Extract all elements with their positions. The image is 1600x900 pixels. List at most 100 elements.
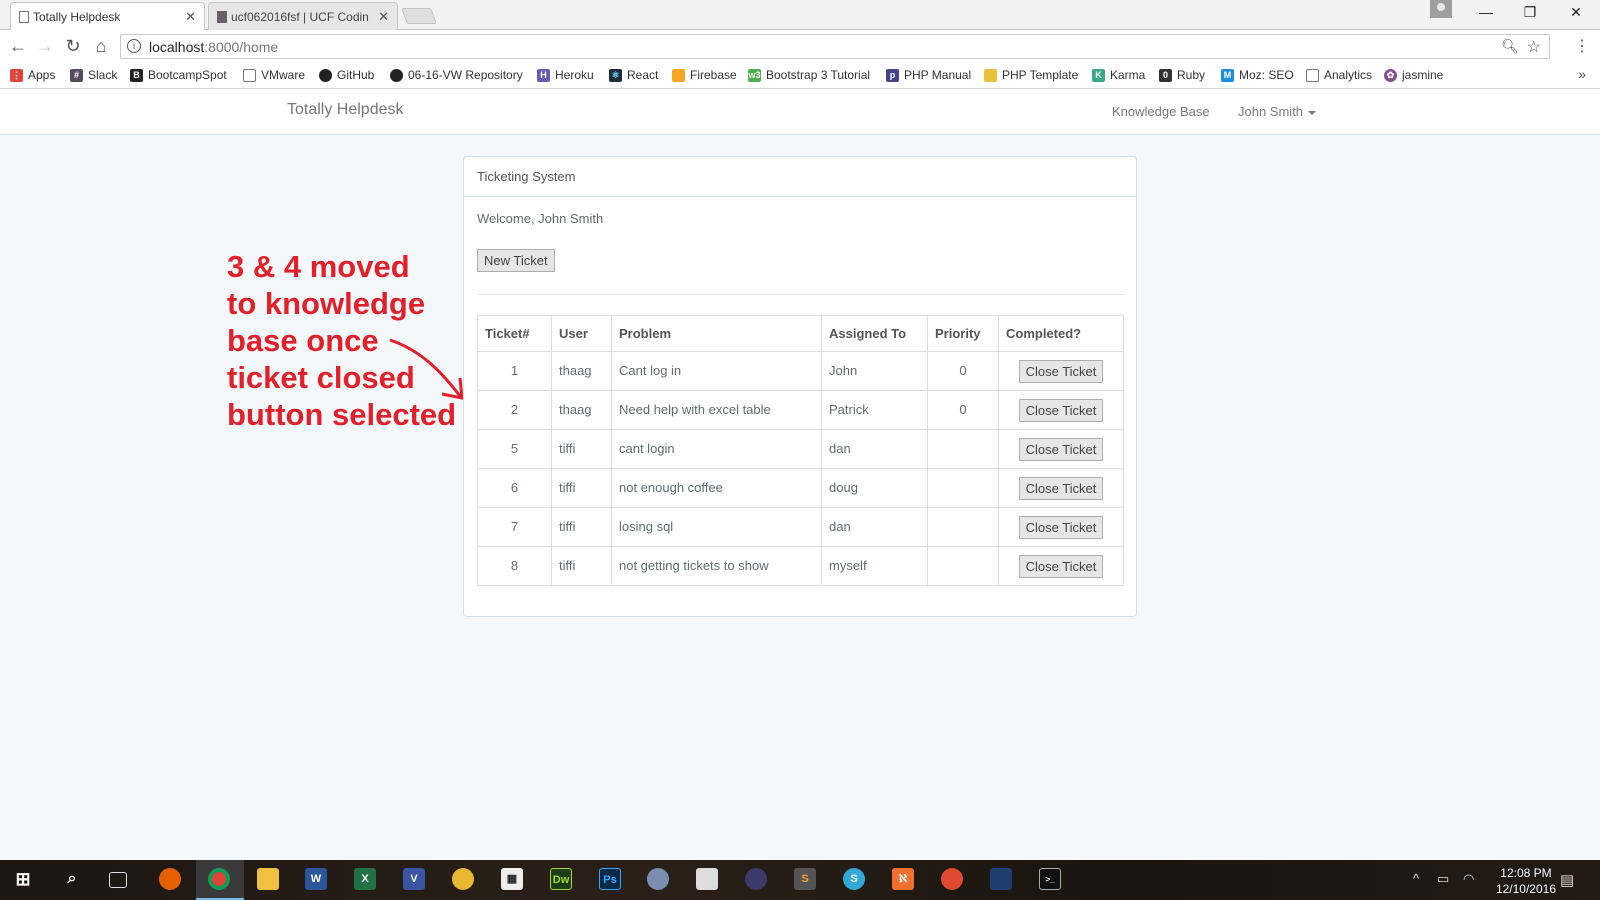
- app-icon[interactable]: [452, 868, 474, 890]
- battery-icon[interactable]: ▭: [1437, 871, 1449, 887]
- wifi-icon[interactable]: ◠: [1463, 871, 1474, 887]
- apps-grid-icon: ⋮: [10, 68, 23, 82]
- bookmark-php-manual[interactable]: p PHP Manual: [886, 68, 971, 82]
- close-ticket-button[interactable]: Close Ticket: [1018, 437, 1104, 461]
- filezilla-icon[interactable]: [941, 868, 963, 890]
- ticket-assigned-to: doug: [821, 468, 928, 508]
- user-dropdown[interactable]: John Smith: [1238, 104, 1317, 119]
- visio-icon[interactable]: V: [403, 868, 425, 890]
- browser-menu-icon[interactable]: ⋮: [1574, 36, 1590, 56]
- bookmark-karma[interactable]: K Karma: [1092, 68, 1145, 82]
- notifications-icon[interactable]: ▤: [1560, 871, 1574, 889]
- bookmark-bootstrap-3-tutorial[interactable]: w3 Bootstrap 3 Tutorial: [748, 68, 870, 82]
- knowledge-base-link[interactable]: Knowledge Base: [1112, 104, 1210, 119]
- search-icon[interactable]: ⌕: [61, 868, 83, 890]
- back-icon[interactable]: ←: [8, 35, 28, 57]
- user-name: John Smith: [1238, 104, 1304, 119]
- bookmark-vmware[interactable]: VMware: [243, 68, 305, 82]
- system-clock[interactable]: 12:08 PM 12/10/2016: [1496, 865, 1556, 897]
- info-icon[interactable]: i: [127, 39, 141, 53]
- eclipse-icon[interactable]: [745, 868, 767, 890]
- inkscape-icon[interactable]: [696, 868, 718, 890]
- restore-icon[interactable]: ❐: [1518, 4, 1542, 21]
- bookmark-firebase[interactable]: Firebase: [672, 68, 737, 82]
- bookmark-php-template[interactable]: PHP Template: [984, 68, 1078, 82]
- bookmark-label: 06-16-VW Repository: [408, 68, 523, 82]
- paint-icon[interactable]: [647, 868, 669, 890]
- tickets-table: Ticket# User Problem Assigned To Priorit…: [477, 315, 1124, 586]
- bulb-icon: [984, 68, 997, 82]
- close-ticket-button[interactable]: Close Ticket: [1018, 476, 1104, 500]
- close-window-icon[interactable]: ✕: [1564, 4, 1588, 21]
- bookmark-apps[interactable]: ⋮ Apps: [10, 68, 55, 82]
- bookmark-slack[interactable]: # Slack: [70, 68, 117, 82]
- address-bar[interactable]: i localhost:8000/home 🔍︎ ☆: [120, 34, 1550, 59]
- panel-heading: Ticketing System: [464, 157, 1136, 197]
- zoom-icon[interactable]: 🔍︎: [1501, 38, 1519, 55]
- ticket-user: tiffi: [551, 546, 612, 586]
- close-ticket-button[interactable]: Close Ticket: [1018, 554, 1104, 578]
- minimize-icon[interactable]: —: [1474, 4, 1498, 20]
- ticket-actions: Close Ticket: [998, 390, 1124, 430]
- ticket-user: thaag: [551, 390, 612, 430]
- tab-ucf-coding[interactable]: ucf062016fsf | UCF Codin ✕: [208, 2, 398, 30]
- tab-totally-helpdesk[interactable]: Totally Helpdesk ✕: [10, 2, 205, 30]
- skype-icon[interactable]: S: [843, 868, 865, 890]
- dreamweaver-icon[interactable]: Dw: [550, 868, 572, 890]
- ticket-actions: Close Ticket: [998, 351, 1124, 391]
- close-tab-icon[interactable]: ✕: [378, 9, 389, 25]
- heroku-icon: H: [537, 68, 550, 82]
- brand-link[interactable]: Totally Helpdesk: [287, 101, 404, 119]
- bookmarks-overflow-icon[interactable]: »: [1578, 66, 1586, 82]
- excel-icon[interactable]: X: [354, 868, 376, 890]
- bookmark-jasmine[interactable]: ✿ jasmine: [1384, 68, 1443, 82]
- bookmark-github[interactable]: GitHub: [319, 68, 374, 82]
- table-header-row: Ticket# User Problem Assigned To Priorit…: [477, 315, 1124, 352]
- close-tab-icon[interactable]: ✕: [185, 9, 196, 25]
- slack-hash-icon: [217, 11, 227, 23]
- chrome-icon[interactable]: [208, 868, 230, 890]
- close-ticket-button[interactable]: Close Ticket: [1018, 515, 1104, 539]
- reload-icon[interactable]: ↻: [63, 35, 83, 57]
- forward-icon[interactable]: →: [35, 35, 55, 57]
- ticket-user: tiffi: [551, 468, 612, 508]
- sublime-icon[interactable]: S: [794, 868, 816, 890]
- bookmark-moz-seo[interactable]: M Moz: SEO: [1221, 68, 1294, 82]
- photoshop-icon[interactable]: Ps: [599, 868, 621, 890]
- bookmark-star-icon[interactable]: ☆: [1527, 37, 1541, 57]
- bookmark-bootcampspot[interactable]: B BootcampSpot: [130, 68, 227, 82]
- bookmark-label: BootcampSpot: [148, 68, 227, 82]
- bookmark-heroku[interactable]: H Heroku: [537, 68, 594, 82]
- windows-start-icon[interactable]: ⊞: [12, 868, 34, 890]
- close-ticket-button[interactable]: Close Ticket: [1018, 359, 1104, 383]
- calculator-icon[interactable]: ▦: [501, 868, 523, 890]
- new-tab-button[interactable]: [401, 8, 437, 24]
- word-icon[interactable]: W: [305, 868, 327, 890]
- bookmark-react[interactable]: ⚛ React: [609, 68, 658, 82]
- column-header: Assigned To: [821, 315, 928, 352]
- firefox-icon[interactable]: [159, 868, 181, 890]
- terminal-icon[interactable]: >_: [1039, 868, 1061, 890]
- b-icon: B: [130, 68, 143, 82]
- clock-date: 12/10/2016: [1495, 882, 1556, 896]
- bookmark-analytics[interactable]: Analytics: [1306, 68, 1372, 82]
- bookmark-label: Heroku: [555, 68, 594, 82]
- file-explorer-icon[interactable]: [257, 868, 279, 890]
- new-ticket-button[interactable]: New Ticket: [477, 249, 555, 272]
- ticketing-panel: Ticketing System Welcome, John Smith New…: [463, 156, 1137, 617]
- column-header: Priority: [927, 315, 999, 352]
- bookmark-ruby[interactable]: 0 Ruby: [1159, 68, 1205, 82]
- bookmarks-bar: ⋮ Apps # Slack B BootcampSpot VMware GitHub…: [0, 63, 1600, 89]
- xampp-icon[interactable]: ℵ: [892, 868, 914, 890]
- ticket-assigned-to: dan: [821, 429, 928, 469]
- task-view-icon[interactable]: [109, 872, 127, 888]
- bookmark-label: Apps: [28, 68, 56, 82]
- bookmark-06-16-vw-repository[interactable]: 06-16-VW Repository: [390, 68, 523, 82]
- mysql-workbench-icon[interactable]: [990, 868, 1012, 890]
- chevron-up-icon[interactable]: ^: [1413, 871, 1419, 886]
- annotation-arrow-icon: [389, 338, 464, 400]
- home-icon[interactable]: ⌂: [91, 35, 111, 57]
- page-icon: [19, 11, 29, 23]
- profile-icon[interactable]: [1430, 0, 1452, 18]
- close-ticket-button[interactable]: Close Ticket: [1018, 398, 1104, 422]
